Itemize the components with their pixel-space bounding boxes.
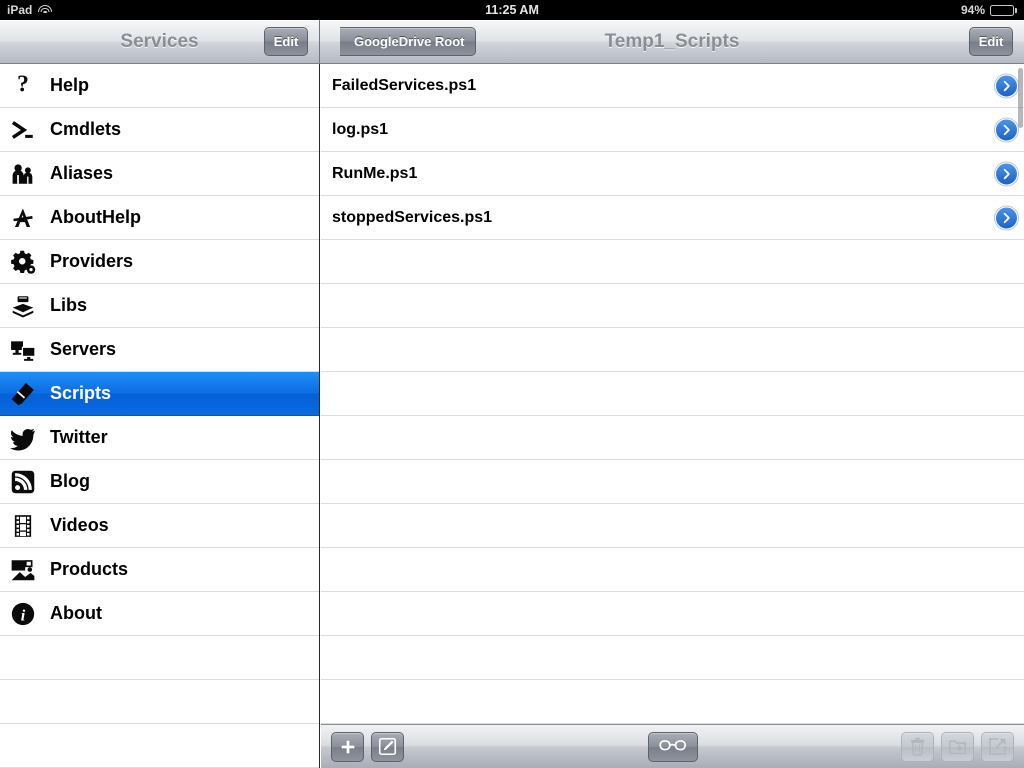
- sidebar-empty-row: [0, 680, 319, 724]
- sidebar-item-label: Scripts: [50, 383, 112, 403]
- sidebar-item-label: About: [50, 603, 102, 623]
- file-name: stoppedServices.ps1: [332, 208, 493, 226]
- sidebar-item-videos[interactable]: Videos: [0, 504, 319, 548]
- sidebar-item-label: Aliases: [50, 163, 114, 183]
- file-empty-row: [321, 372, 1024, 416]
- file-name: FailedServices.ps1: [332, 76, 477, 94]
- status-bar-clock: 11:25 AM: [485, 3, 539, 17]
- sidebar-item-about[interactable]: i About: [0, 592, 319, 636]
- edit-button[interactable]: [371, 731, 404, 762]
- film-strip-icon: [6, 511, 40, 541]
- toolbar-center-group: [647, 731, 698, 762]
- sidebar-item-label: Products: [50, 559, 129, 579]
- file-name: log.ps1: [332, 120, 389, 138]
- detail-edit-button[interactable]: Edit: [969, 27, 1013, 56]
- file-empty-row: [321, 680, 1024, 724]
- products-icon: [6, 555, 40, 585]
- sidebar-item-libs[interactable]: Libs: [0, 284, 319, 328]
- file-row[interactable]: RunMe.ps1: [321, 152, 1024, 196]
- file-name: RunMe.ps1: [332, 164, 418, 182]
- sidebar-item-scripts[interactable]: Scripts: [0, 372, 319, 416]
- sidebar-item-providers[interactable]: Providers: [0, 240, 319, 284]
- delete-button: [901, 731, 934, 762]
- file-list[interactable]: FailedServices.ps1 log.ps1 RunMe.ps1 stoppe…: [321, 64, 1024, 768]
- file-row[interactable]: log.ps1: [321, 108, 1024, 152]
- status-bar: iPad 11:25 AM 94%: [0, 0, 1024, 20]
- disclosure-icon[interactable]: [995, 162, 1018, 185]
- books-icon: [6, 291, 40, 321]
- sidebar-item-servers[interactable]: Servers: [0, 328, 319, 372]
- back-button[interactable]: GoogleDrive Root: [340, 27, 476, 56]
- script-icon: [6, 379, 40, 409]
- bottom-toolbar: [321, 724, 1024, 768]
- file-empty-row: [321, 636, 1024, 680]
- share-button: [981, 731, 1014, 762]
- letter-a-icon: [6, 203, 40, 233]
- sidebar-item-blog[interactable]: Blog: [0, 460, 319, 504]
- sidebar-item-label: Twitter: [50, 427, 108, 447]
- sidebar-navigation-bar: Services Edit: [0, 20, 320, 64]
- sidebar-empty-row: [0, 724, 319, 768]
- file-empty-row: [321, 240, 1024, 284]
- toolbar-right-group: [901, 731, 1014, 762]
- file-empty-row: [321, 592, 1024, 636]
- link-button[interactable]: [647, 731, 698, 762]
- ipad-screen: iPad 11:25 AM 94% Services Edit GoogleDr…: [0, 0, 1024, 768]
- sidebar-item-help[interactable]: ? Help: [0, 64, 319, 108]
- file-empty-row: [321, 328, 1024, 372]
- sidebar-item-label: Help: [50, 75, 90, 95]
- prompt-icon: [6, 115, 40, 145]
- detail-navigation-bar: GoogleDrive Root Temp1_Scripts Edit: [320, 20, 1024, 64]
- monitors-icon: [6, 335, 40, 365]
- sidebar-item-label: Cmdlets: [50, 119, 122, 139]
- sidebar-list[interactable]: ? Help Cmdlets Aliases AboutHelp Providers Lib…: [0, 64, 320, 768]
- disclosure-icon[interactable]: [995, 118, 1018, 141]
- disclosure-icon[interactable]: [995, 206, 1018, 229]
- disclosure-icon[interactable]: [995, 74, 1018, 97]
- sidebar-item-label: Blog: [50, 471, 90, 491]
- question-mark-icon: ?: [6, 71, 40, 101]
- sidebar-item-products[interactable]: Products: [0, 548, 319, 592]
- sidebar-item-label: Providers: [50, 251, 134, 271]
- sidebar-item-cmdlets[interactable]: Cmdlets: [0, 108, 319, 152]
- file-empty-row: [321, 504, 1024, 548]
- scroll-indicator[interactable]: [1018, 68, 1023, 128]
- info-icon: i: [6, 599, 40, 629]
- sidebar-item-label: Libs: [50, 295, 88, 315]
- file-empty-row: [321, 284, 1024, 328]
- people-icon: [6, 159, 40, 189]
- rss-icon: [6, 467, 40, 497]
- file-empty-row: [321, 416, 1024, 460]
- gear-icon: [6, 247, 40, 277]
- file-empty-row: [321, 548, 1024, 592]
- download-button: [941, 731, 974, 762]
- sidebar-edit-button[interactable]: Edit: [264, 27, 308, 56]
- sidebar-item-abouthelp[interactable]: AboutHelp: [0, 196, 319, 240]
- sidebar-item-label: Servers: [50, 339, 117, 359]
- battery-icon: [990, 4, 1017, 16]
- sidebar-item-aliases[interactable]: Aliases: [0, 152, 319, 196]
- sidebar-item-twitter[interactable]: Twitter: [0, 416, 319, 460]
- file-empty-row: [321, 460, 1024, 504]
- add-button[interactable]: [331, 731, 364, 762]
- svg-text:?: ?: [17, 73, 29, 97]
- battery-percent: 94%: [960, 3, 985, 17]
- sidebar-empty-row: [0, 636, 319, 680]
- sidebar-item-label: Videos: [50, 515, 109, 535]
- file-row[interactable]: FailedServices.ps1: [321, 64, 1024, 108]
- file-row[interactable]: stoppedServices.ps1: [321, 196, 1024, 240]
- toolbar-left-group: [331, 731, 404, 762]
- bird-icon: [6, 423, 40, 453]
- status-bar-right: 94%: [961, 3, 1017, 17]
- sidebar-item-label: AboutHelp: [50, 207, 141, 227]
- svg-text:i: i: [21, 606, 26, 624]
